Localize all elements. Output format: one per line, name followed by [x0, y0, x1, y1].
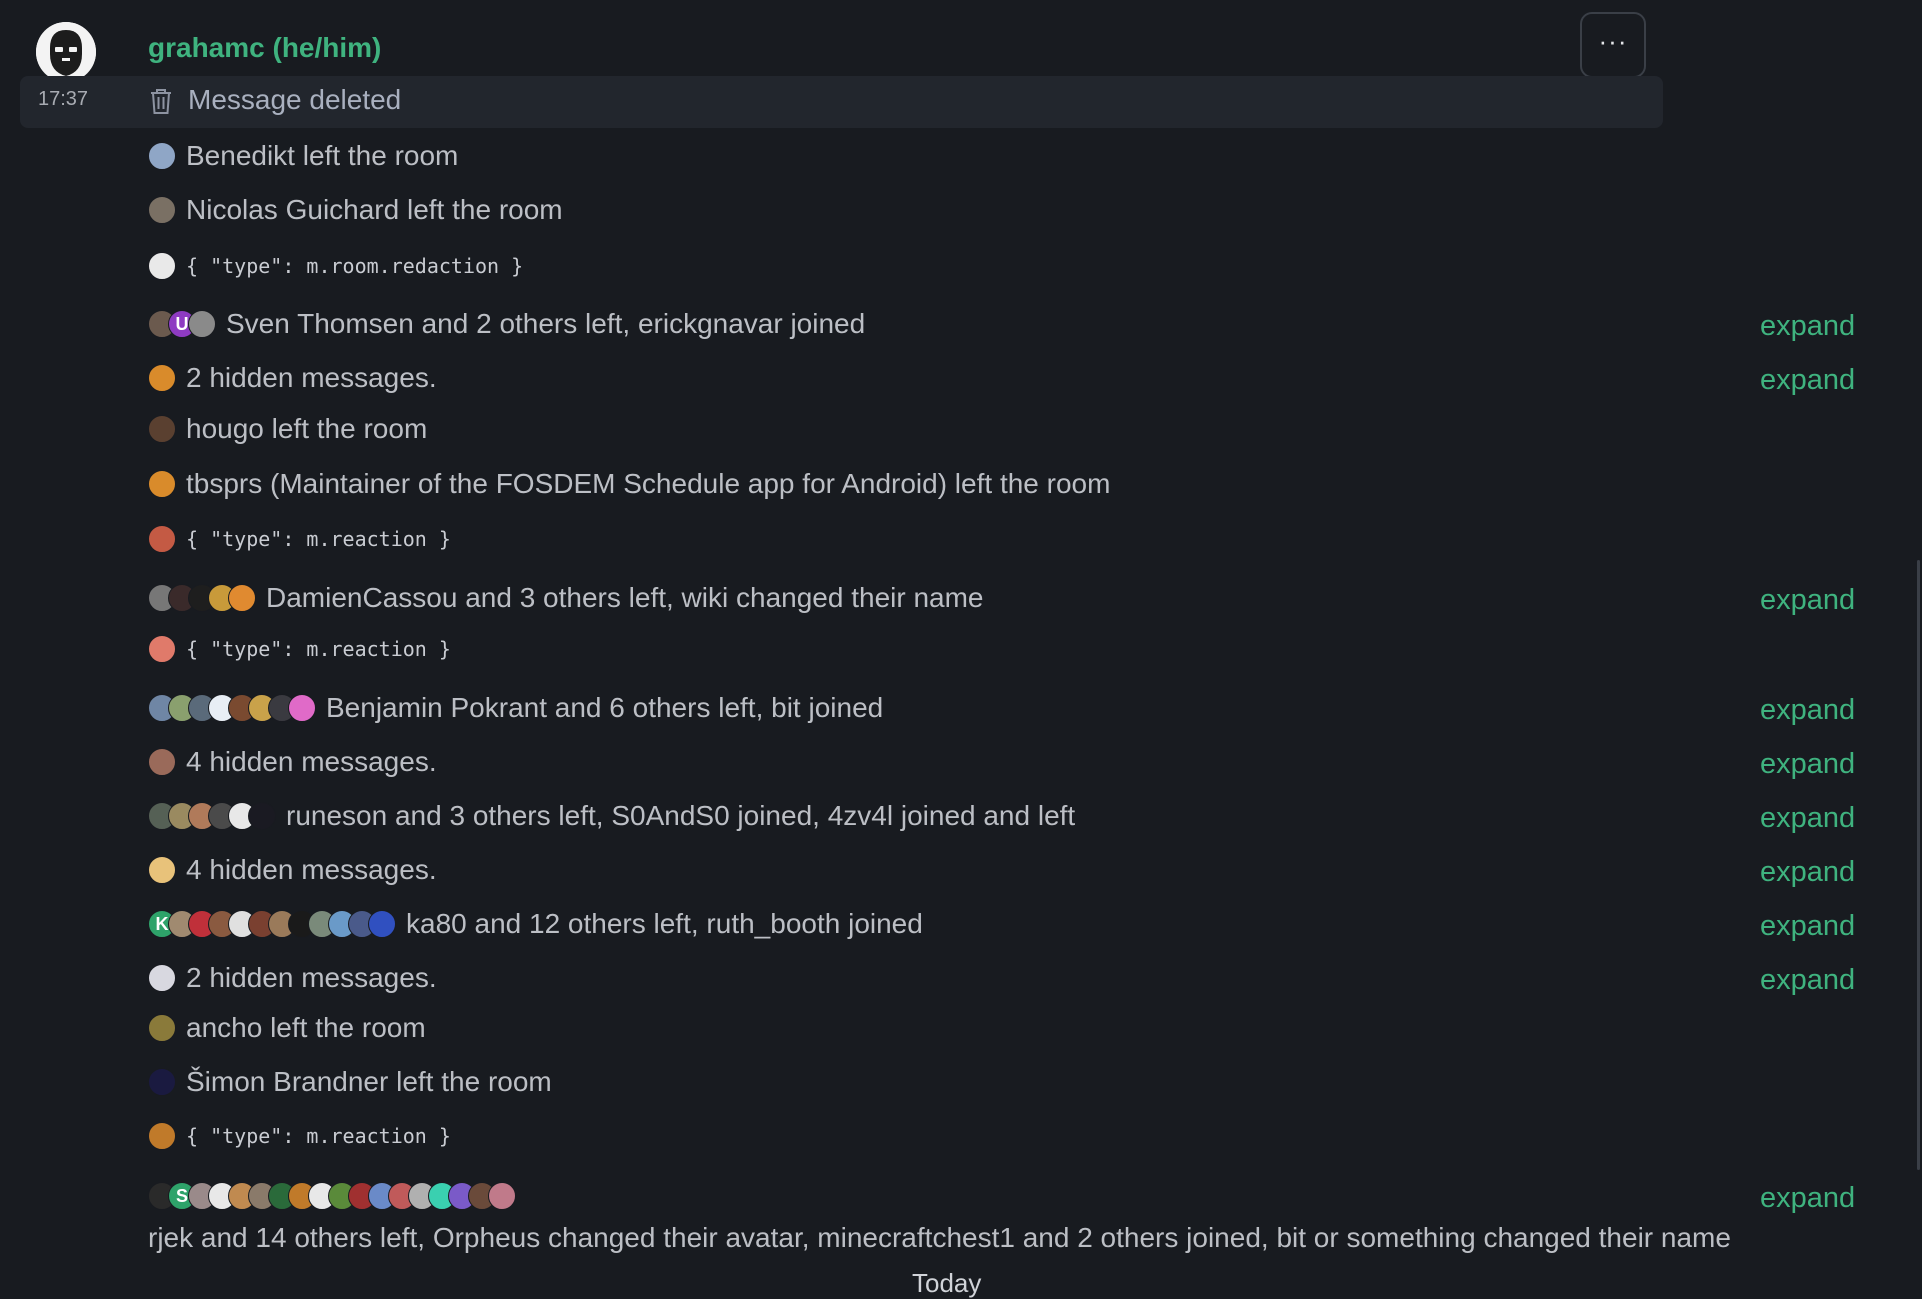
- avatar-stack: [148, 584, 256, 612]
- event-row[interactable]: DamienCassou and 3 others left, wiki cha…: [148, 578, 984, 618]
- avatar[interactable]: [148, 635, 176, 663]
- event-text: Šimon Brandner left the room: [186, 1066, 552, 1097]
- event-text: Benjamin Pokrant and 6 others left, bit …: [326, 692, 884, 723]
- deleted-message-text: Message deleted: [188, 84, 402, 115]
- expand-button[interactable]: expand: [1760, 802, 1855, 835]
- avatar-stack: K: [148, 910, 396, 938]
- avatar[interactable]: [248, 802, 276, 830]
- expand-button[interactable]: expand: [1760, 694, 1855, 727]
- avatar-stack: [148, 1014, 176, 1042]
- event-row[interactable]: tbsprs (Maintainer of the FOSDEM Schedul…: [148, 464, 1110, 504]
- avatar-stack: U: [148, 310, 216, 338]
- event-row[interactable]: Šimon Brandner left the room: [148, 1062, 552, 1102]
- avatar-stack: [148, 525, 176, 553]
- event-text: tbsprs (Maintainer of the FOSDEM Schedul…: [186, 468, 1111, 499]
- message-options-button[interactable]: ···: [1580, 12, 1646, 78]
- message-timestamp[interactable]: 17:37: [38, 88, 88, 111]
- event-text: { "type": m.room.redaction }: [186, 254, 524, 278]
- date-separator: Today: [912, 1268, 982, 1298]
- avatar-stack: [148, 196, 176, 224]
- avatar-stack: [148, 252, 176, 280]
- avatar[interactable]: [148, 364, 176, 392]
- event-row[interactable]: Kka80 and 12 others left, ruth_booth joi…: [148, 904, 923, 944]
- avatar[interactable]: [488, 1182, 516, 1210]
- avatar-stack: [148, 635, 176, 663]
- avatar[interactable]: [148, 1068, 176, 1096]
- avatar[interactable]: [148, 470, 176, 498]
- event-row[interactable]: 2 hidden messages.: [148, 958, 437, 998]
- event-text: hougo left the room: [186, 413, 428, 444]
- event-summary-avatars[interactable]: S: [148, 1176, 526, 1216]
- event-row[interactable]: 4 hidden messages.: [148, 742, 437, 782]
- hidden-event-row[interactable]: { "type": m.reaction }: [148, 1116, 451, 1156]
- avatar[interactable]: [288, 694, 316, 722]
- avatar[interactable]: [148, 525, 176, 553]
- event-row[interactable]: ancho left the room: [148, 1008, 426, 1048]
- event-text: Benedikt left the room: [186, 140, 459, 171]
- trash-icon: [151, 89, 171, 114]
- avatar[interactable]: [228, 584, 256, 612]
- event-row[interactable]: hougo left the room: [148, 409, 427, 449]
- expand-button[interactable]: expand: [1760, 748, 1855, 781]
- expand-button[interactable]: expand: [1760, 964, 1855, 997]
- avatar-stack: [148, 748, 176, 776]
- event-row[interactable]: Benjamin Pokrant and 6 others left, bit …: [148, 688, 883, 728]
- event-text: ka80 and 12 others left, ruth_booth join…: [406, 908, 923, 939]
- event-text: DamienCassou and 3 others left, wiki cha…: [266, 582, 984, 613]
- avatar[interactable]: [148, 748, 176, 776]
- event-row[interactable]: 4 hidden messages.: [148, 850, 437, 890]
- expand-button[interactable]: expand: [1760, 910, 1855, 943]
- event-text: { "type": m.reaction }: [186, 637, 451, 661]
- avatar[interactable]: [148, 196, 176, 224]
- event-row[interactable]: Nicolas Guichard left the room: [148, 190, 563, 230]
- avatar[interactable]: [148, 1014, 176, 1042]
- event-text: { "type": m.reaction }: [186, 527, 451, 551]
- avatar[interactable]: [148, 415, 176, 443]
- event-text: Nicolas Guichard left the room: [186, 194, 563, 225]
- hidden-event-row[interactable]: { "type": m.reaction }: [148, 629, 451, 669]
- hidden-event-row[interactable]: { "type": m.room.redaction }: [148, 246, 523, 286]
- expand-button[interactable]: expand: [1760, 1182, 1855, 1215]
- expand-button[interactable]: expand: [1760, 310, 1855, 343]
- avatar[interactable]: [148, 856, 176, 884]
- event-summary-text: rjek and 14 others left, Orpheus changed…: [148, 1222, 1731, 1253]
- avatar-stack: S: [148, 1182, 516, 1210]
- avatar[interactable]: [188, 310, 216, 338]
- expand-button[interactable]: expand: [1760, 856, 1855, 889]
- avatar-stack: [148, 694, 316, 722]
- avatar-stack: [148, 1068, 176, 1096]
- event-text: 4 hidden messages.: [186, 746, 437, 777]
- avatar[interactable]: [368, 910, 396, 938]
- avatar-stack: [148, 364, 176, 392]
- scrollbar[interactable]: [1917, 560, 1920, 1170]
- avatar[interactable]: [148, 142, 176, 170]
- avatar[interactable]: [148, 1122, 176, 1150]
- hidden-event-row[interactable]: { "type": m.reaction }: [148, 519, 451, 559]
- event-row[interactable]: 2 hidden messages.: [148, 358, 437, 398]
- event-text: runeson and 3 others left, S0AndS0 joine…: [286, 800, 1076, 831]
- expand-button[interactable]: expand: [1760, 584, 1855, 617]
- event-row[interactable]: runeson and 3 others left, S0AndS0 joine…: [148, 796, 1075, 836]
- event-row[interactable]: U Sven Thomsen and 2 others left, erickgn…: [148, 304, 865, 344]
- event-row[interactable]: Benedikt left the room: [148, 136, 458, 176]
- avatar-stack: [148, 470, 176, 498]
- event-text: 2 hidden messages.: [186, 962, 437, 993]
- avatar-stack: [148, 802, 276, 830]
- event-text: 2 hidden messages.: [186, 362, 437, 393]
- expand-button[interactable]: expand: [1760, 364, 1855, 397]
- event-text: { "type": m.reaction }: [186, 1124, 451, 1148]
- avatar[interactable]: [148, 964, 176, 992]
- avatar-stack: [148, 856, 176, 884]
- event-text: Sven Thomsen and 2 others left, erickgna…: [226, 308, 866, 339]
- sender-name[interactable]: grahamc (he/him): [148, 32, 381, 64]
- sender-avatar[interactable]: [36, 22, 96, 82]
- avatar-stack: [148, 964, 176, 992]
- avatar-stack: [148, 1122, 176, 1150]
- avatar-stack: [148, 415, 176, 443]
- avatar[interactable]: [148, 252, 176, 280]
- avatar-stack: [148, 142, 176, 170]
- event-text: 4 hidden messages.: [186, 854, 437, 885]
- event-text: ancho left the room: [186, 1012, 426, 1043]
